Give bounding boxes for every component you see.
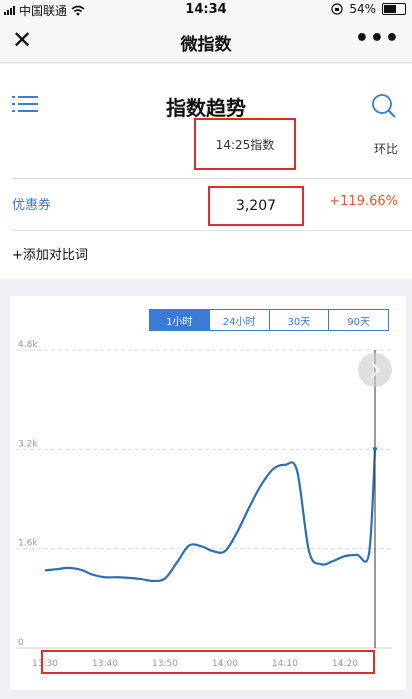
y-tick-label: 3.2k <box>18 439 38 449</box>
x-tick-label: 14:10 <box>272 659 298 669</box>
y-tick-label: 0 <box>18 638 24 648</box>
x-tick-label: 14:00 <box>212 659 238 669</box>
x-tick-label: 13:30 <box>32 659 58 669</box>
x-tick-label: 14:20 <box>332 659 358 669</box>
series-line <box>44 448 377 583</box>
y-tick-label: 4.8k <box>18 340 38 350</box>
y-tick-label: 1.6k <box>18 539 38 549</box>
x-tick-label: 13:40 <box>92 659 118 669</box>
scroll-arrow-button <box>358 353 392 387</box>
data-point <box>373 446 377 451</box>
x-tick-label: 13:50 <box>152 659 178 669</box>
trend-chart: 4.8k 3.2k 1.6k 0 13:30 13:40 13:50 14:00 14:10 14… <box>16 340 392 674</box>
